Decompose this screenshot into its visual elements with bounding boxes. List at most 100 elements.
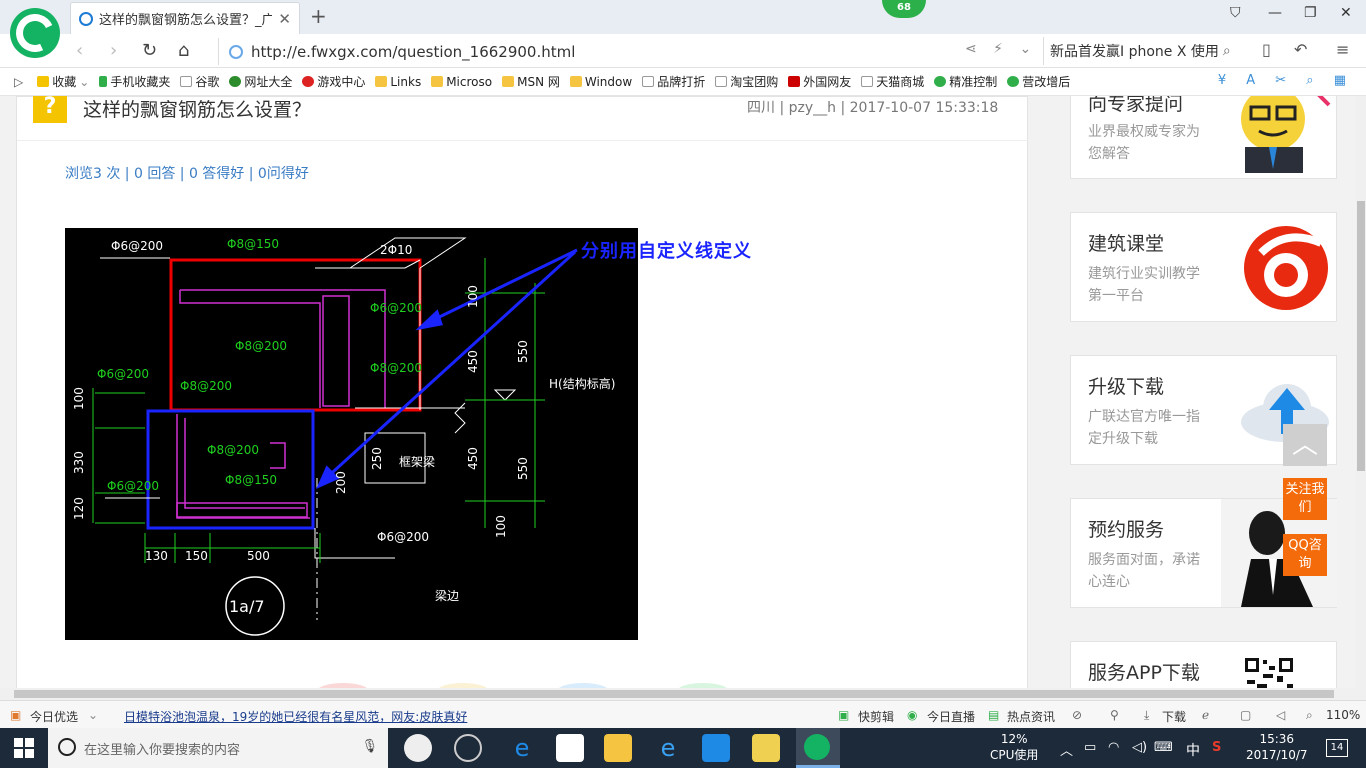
shirt-skin-icon[interactable]: ⛉ — [1230, 5, 1241, 21]
microphone-icon[interactable]: 🎙 — [361, 739, 378, 754]
active-browser-task[interactable] — [796, 728, 840, 768]
back-to-top-button[interactable]: ︿ — [1283, 424, 1327, 466]
minimize-icon[interactable]: — — [1268, 5, 1282, 21]
maximize-icon[interactable]: ❐ — [1304, 5, 1317, 21]
search-box[interactable]: 新品首发赢I phone X 使用 ⌕ — [1043, 37, 1238, 65]
refresh-icon[interactable]: ↻ — [142, 40, 157, 61]
network-app-icon[interactable] — [702, 734, 730, 762]
taskview-app-icon[interactable] — [404, 734, 432, 762]
window-icon[interactable]: ▢ — [1240, 708, 1251, 722]
mobile-icon[interactable]: ▯ — [1262, 40, 1271, 59]
dim-130: 130 — [145, 549, 168, 563]
browser360-app-icon[interactable] — [454, 734, 482, 762]
volume-icon[interactable]: ◁) — [1132, 740, 1147, 755]
hot-news-link[interactable]: 热点资讯 — [1007, 708, 1055, 725]
notification-center-icon[interactable]: 14 — [1326, 739, 1348, 757]
gift-icon[interactable]: ▣ — [10, 708, 21, 722]
fav-item[interactable]: 品牌打折 — [642, 73, 705, 90]
folder-icon — [375, 76, 388, 87]
ime-indicator[interactable]: 中 — [1186, 740, 1200, 760]
search-box-text[interactable]: 新品首发赢I phone X 使用 — [1050, 41, 1219, 61]
qq-consult-button[interactable]: QQ咨询 — [1283, 534, 1327, 576]
fav-item[interactable]: 精准控制 — [934, 73, 997, 90]
download-icon[interactable]: ⤓ — [1144, 708, 1149, 723]
news-ticker[interactable]: 日模特浴池泡温泉，19岁的她已经很有名星风范，网友:皮肤真好 — [124, 708, 467, 725]
tab-close-icon[interactable]: ✕ — [278, 10, 291, 28]
card-title: 服务APP下载 — [1088, 662, 1200, 684]
clock-time: 15:36 — [1259, 732, 1295, 746]
edge-app-icon[interactable]: e — [508, 734, 536, 762]
close-window-icon[interactable]: ✕ — [1340, 5, 1352, 21]
ie-app-icon[interactable]: e — [654, 734, 682, 762]
vertical-scroll-thumb[interactable] — [1357, 201, 1365, 471]
notification-badge[interactable]: 68 — [882, 0, 926, 18]
windows-start-icon[interactable] — [14, 738, 34, 758]
scissors-icon[interactable]: ▣ — [838, 708, 849, 722]
fav-item[interactable]: Links — [375, 75, 421, 89]
fav-item[interactable]: 天猫商城 — [861, 73, 924, 90]
fav-item[interactable]: 收藏 ⌄ — [37, 73, 89, 90]
wifi-icon[interactable]: ◠ — [1108, 740, 1119, 755]
browser-tab[interactable]: 这样的飘窗钢筋怎么设置？_广联 ✕ — [70, 2, 300, 34]
quick-cut-link[interactable]: 快剪辑 — [858, 708, 894, 725]
taskbar-search[interactable]: 在这里输入你要搜索的内容 🎙 — [48, 728, 388, 768]
fav-item[interactable]: 谷歌 — [180, 73, 219, 90]
zoom-level[interactable]: 110% — [1326, 708, 1360, 722]
live-link[interactable]: 今日直播 — [927, 708, 975, 725]
back-icon[interactable]: ‹ — [76, 40, 83, 61]
menu-icon[interactable]: ≡ — [1336, 40, 1349, 59]
fav-item[interactable]: 游戏中心 — [302, 73, 365, 90]
fav-item[interactable]: Microso — [431, 75, 492, 89]
system-clock[interactable]: 15:36 2017/10/7 — [1246, 731, 1308, 763]
ask-expert-card[interactable]: 向专家提问 业界最权威专家为您解答 — [1070, 96, 1337, 179]
cortana-icon[interactable] — [58, 738, 76, 756]
notes-app-icon[interactable] — [752, 734, 780, 762]
home-icon[interactable]: ⌂ — [178, 40, 189, 61]
search-icon[interactable]: ⌕ — [1223, 43, 1231, 59]
vertical-scrollbar[interactable] — [1356, 96, 1366, 688]
fav-item[interactable]: Window — [569, 75, 632, 89]
fav-item[interactable]: 手机收藏夹 — [99, 73, 170, 90]
live-icon[interactable]: ◉ — [907, 708, 917, 722]
fav-item[interactable]: 外国网友 — [788, 73, 851, 90]
follow-us-button[interactable]: 关注我们 — [1283, 478, 1327, 520]
mute-icon[interactable]: ◁ — [1276, 708, 1285, 722]
fav-item[interactable]: 网址大全 — [229, 73, 292, 90]
new-tab-icon[interactable]: + — [310, 4, 327, 28]
url-text[interactable]: http://e.fwxgx.com/question_1662900.html — [251, 43, 575, 61]
download-link[interactable]: 下载 — [1162, 708, 1186, 725]
fav-item[interactable]: 营改增后 — [1007, 73, 1070, 90]
ie-icon[interactable]: ℯ — [1202, 708, 1209, 722]
chevron-icon[interactable]: ⌄ — [88, 708, 98, 722]
cad-drawing[interactable]: Φ6@200 Φ8@150 2Φ10 Φ6@200 Φ8@200 Φ8@200 … — [65, 228, 638, 640]
speed-icon[interactable]: ⊘ — [1072, 708, 1082, 722]
undo-icon[interactable]: ↶ — [1294, 40, 1307, 59]
url-bar[interactable]: http://e.fwxgx.com/question_1662900.html — [218, 38, 1036, 65]
horizontal-scroll-thumb[interactable] — [14, 690, 1334, 698]
sidebar-toggle-icon[interactable]: ▷ — [14, 75, 23, 89]
store-app-icon[interactable] — [556, 734, 584, 762]
keyboard-icon[interactable]: ⌨ — [1154, 740, 1173, 755]
browser-logo[interactable] — [10, 8, 60, 58]
today-picks[interactable]: 今日优选 — [30, 708, 78, 725]
taskbar-search-placeholder[interactable]: 在这里输入你要搜索的内容 — [84, 739, 240, 758]
app-download-card[interactable]: 服务APP下载 — [1070, 641, 1337, 688]
fav-item[interactable]: 淘宝团购 — [715, 73, 778, 90]
sogou-icon[interactable]: S — [1212, 740, 1221, 755]
forward-icon[interactable]: › — [110, 40, 117, 61]
question-stats[interactable]: 浏览3 次 | 0 回答 | 0 答得好 | 0问得好 — [65, 163, 309, 183]
tray-device-icon[interactable]: ▭ — [1084, 740, 1096, 755]
horizontal-scrollbar[interactable] — [0, 688, 1366, 700]
file-explorer-icon[interactable] — [604, 734, 632, 762]
course-card[interactable]: 建筑课堂 建筑行业实训教学第一平台 — [1070, 212, 1337, 322]
share-icon[interactable]: ⋖ ⚡ ⌄ — [965, 41, 1037, 57]
tray-chevron-icon[interactable]: ︿ — [1060, 740, 1073, 759]
toolbar-extensions-icon[interactable]: ¥ A ✂ ⌕ ▦ — [1218, 73, 1354, 88]
zoom-icon[interactable]: ⌕ — [1306, 708, 1313, 723]
cpu-meter[interactable]: 12% CPU使用 — [990, 731, 1038, 763]
news-icon[interactable]: ▤ — [988, 708, 999, 722]
game-icon — [302, 76, 315, 87]
address-bar-row: ‹ › ↻ ⌂ http://e.fwxgx.com/question_1662… — [0, 34, 1366, 68]
fav-item[interactable]: MSN 网 — [502, 73, 560, 90]
pin-icon[interactable]: ⚲ — [1110, 708, 1119, 722]
